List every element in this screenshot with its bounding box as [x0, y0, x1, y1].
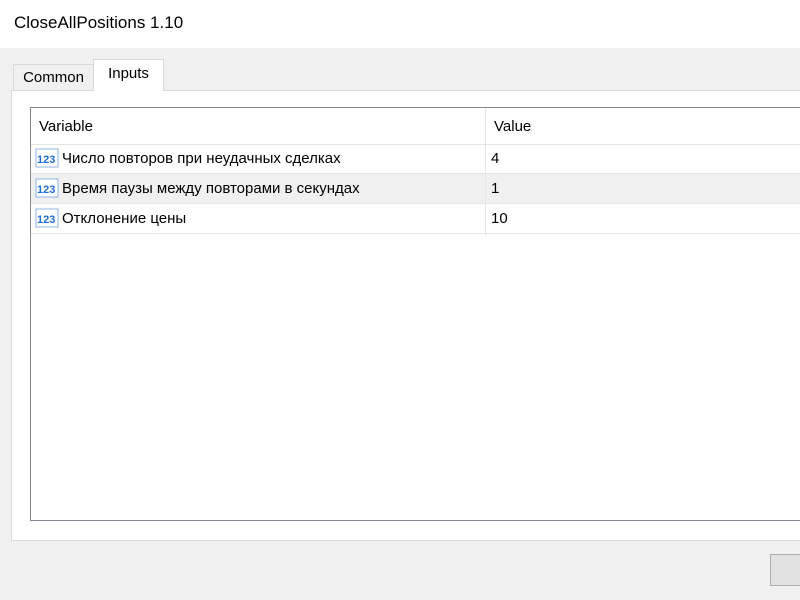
svg-text:123: 123 — [37, 214, 55, 226]
numeric-123-icon: 123 — [35, 178, 59, 198]
tab-common-label: Common — [23, 69, 84, 86]
svg-text:123: 123 — [37, 154, 55, 166]
ok-button[interactable] — [770, 554, 800, 586]
table-row[interactable]: 123 Отклонение цены 10 — [31, 204, 800, 234]
tab-common[interactable]: Common — [13, 64, 94, 90]
column-header-variable[interactable]: Variable — [39, 108, 93, 144]
variable-name: Время паузы между повторами в секундах — [62, 180, 360, 197]
variable-value[interactable]: 1 — [491, 180, 499, 197]
window-title: CloseAllPositions 1.10 — [14, 13, 184, 32]
numeric-123-icon: 123 — [35, 148, 59, 168]
svg-text:123: 123 — [37, 184, 55, 196]
numeric-123-icon: 123 — [35, 208, 59, 228]
table-row[interactable]: 123 Число повторов при неудачных сделках… — [31, 144, 800, 174]
column-header-value[interactable]: Value — [494, 108, 531, 144]
column-divider[interactable] — [485, 108, 486, 236]
title-bar: CloseAllPositions 1.10 — [0, 0, 800, 48]
variable-value[interactable]: 4 — [491, 150, 499, 167]
tab-inputs-label: Inputs — [108, 65, 149, 82]
variable-value[interactable]: 10 — [491, 210, 508, 227]
inputs-grid[interactable]: Variable Value 123 Число повторов при не… — [30, 107, 800, 521]
table-row[interactable]: 123 Время паузы между повторами в секунд… — [31, 174, 800, 204]
variable-name: Число повторов при неудачных сделках — [62, 150, 341, 167]
grid-header: Variable Value — [31, 108, 800, 145]
variable-name: Отклонение цены — [62, 210, 187, 227]
tab-inputs[interactable]: Inputs — [93, 59, 164, 91]
